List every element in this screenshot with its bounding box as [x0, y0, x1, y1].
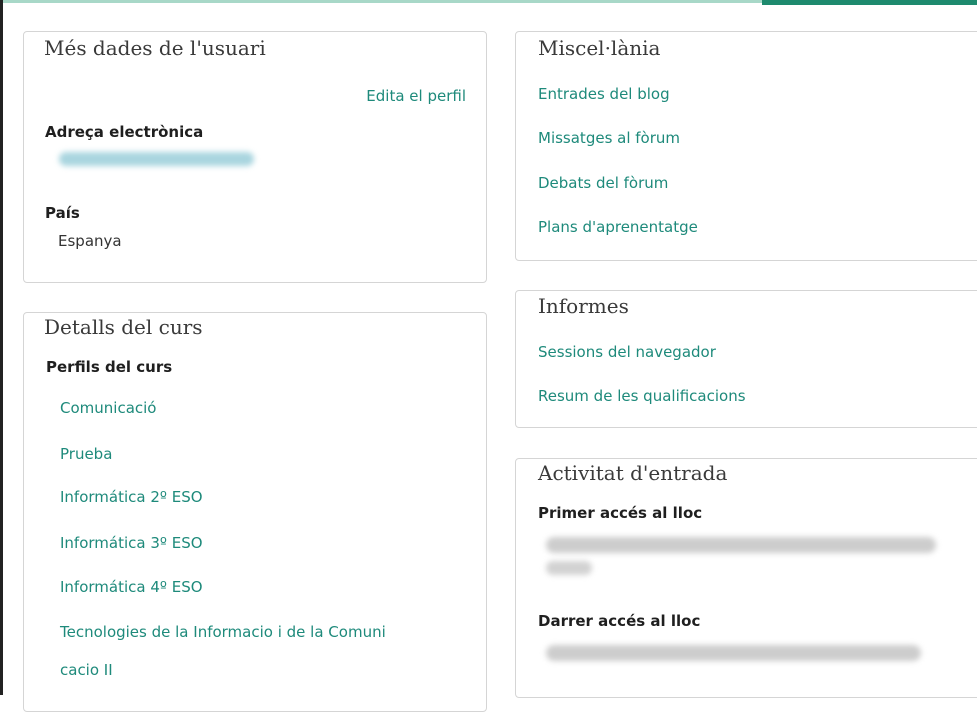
login-activity-title: Activitat d'entrada: [538, 461, 728, 485]
user-details-card: Més dades de l'usuari Edita el perfil Ad…: [23, 31, 487, 283]
reports-title: Informes: [538, 294, 629, 318]
course-details-title: Detalls del curs: [44, 315, 203, 339]
forum-posts-link[interactable]: Missatges al fòrum: [538, 129, 680, 147]
course-details-card: Detalls del curs Perfils del curs Comuni…: [23, 312, 487, 712]
email-label: Adreça electrònica: [45, 123, 204, 141]
course-link-informatica-4-eso[interactable]: Informática 4º ESO: [60, 578, 203, 596]
course-link-informatica-2-eso[interactable]: Informática 2º ESO: [60, 488, 203, 506]
login-activity-card: Activitat d'entrada Primer accés al lloc…: [515, 458, 977, 698]
reports-card: Informes Sessions del navegador Resum de…: [515, 290, 977, 428]
misc-card: Miscel·lània Entrades del blog Missatges…: [515, 31, 977, 261]
first-access-value-redacted-line2: [546, 561, 592, 575]
learning-plans-link[interactable]: Plans d'aprenentatge: [538, 218, 698, 236]
course-link-tic-ii-line2[interactable]: cacio II: [60, 661, 113, 679]
course-link-informatica-3-eso[interactable]: Informática 3º ESO: [60, 534, 203, 552]
user-details-title: Més dades de l'usuari: [44, 36, 266, 60]
first-access-value-redacted: [546, 537, 936, 553]
country-label: País: [45, 204, 80, 222]
course-profiles-label: Perfils del curs: [46, 358, 173, 376]
browser-sessions-link[interactable]: Sessions del navegador: [538, 343, 716, 361]
blog-entries-link[interactable]: Entrades del blog: [538, 85, 670, 103]
active-tab-indicator: [762, 0, 977, 5]
edit-profile-link[interactable]: Edita el perfil: [366, 87, 466, 105]
course-link-tic-ii-line1[interactable]: Tecnologies de la Informacio i de la Com…: [60, 623, 386, 641]
country-value: Espanya: [58, 232, 122, 250]
email-value-redacted: [59, 152, 254, 166]
last-access-label: Darrer accés al lloc: [538, 612, 701, 630]
misc-title: Miscel·lània: [538, 36, 661, 60]
grades-overview-link[interactable]: Resum de les qualificacions: [538, 387, 746, 405]
last-access-value-redacted: [546, 645, 921, 661]
course-link-comunicacio[interactable]: Comunicació: [60, 399, 156, 417]
first-access-label: Primer accés al lloc: [538, 504, 703, 522]
forum-discussions-link[interactable]: Debats del fòrum: [538, 174, 668, 192]
course-link-prueba[interactable]: Prueba: [60, 445, 112, 463]
